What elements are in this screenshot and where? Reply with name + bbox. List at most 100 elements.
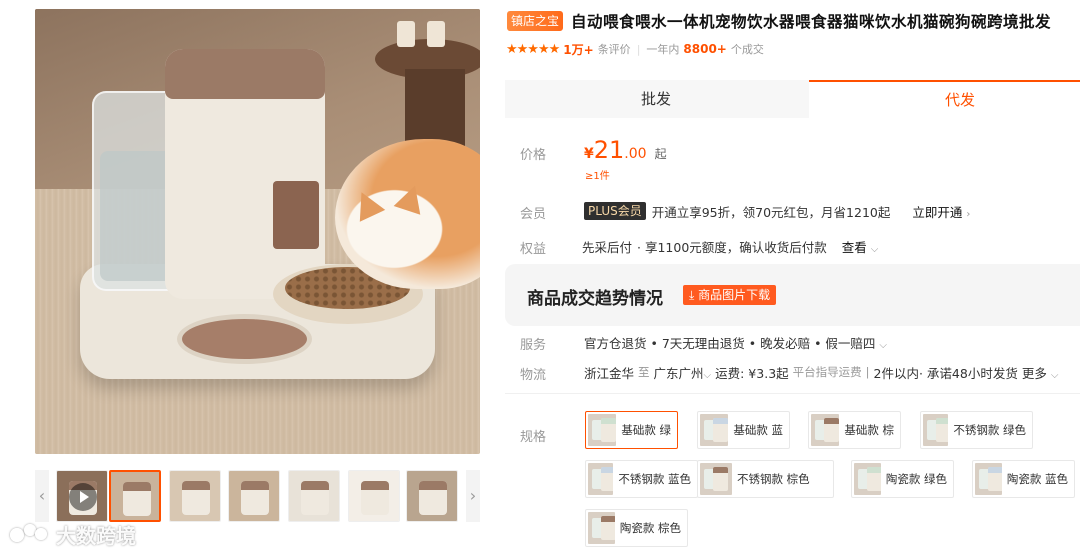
thumbnail-strip	[35, 470, 480, 522]
rights-label: 权益	[520, 242, 547, 257]
chevron-down-icon: ⌵	[703, 369, 712, 381]
spec-option-label: 基础款 棕	[844, 423, 894, 437]
spec-option-label: 基础款 绿	[621, 423, 671, 437]
title-row: 镇店之宝 自动喂食喂水一体机宠物饮水器喂食器猫咪饮水机猫碗狗碗跨境批发	[507, 8, 1080, 34]
play-icon	[69, 483, 97, 511]
purchase-mode-tabs: 批发 代发	[505, 80, 1080, 118]
rating-row: ★★★★★ 1万+ 条评价 | 一年内 8800+ 个成交	[506, 40, 764, 58]
watermark-text: 大数跨境	[56, 523, 136, 548]
thumbnail-video[interactable]	[56, 470, 108, 522]
sold-suffix: 个成交	[730, 43, 764, 56]
chevron-down-icon: ⌵	[870, 243, 879, 255]
tab-dropship[interactable]: 代发	[809, 80, 1080, 118]
sold-prefix: 一年内	[646, 43, 680, 56]
spec-option-label: 不锈钢款 棕色	[737, 472, 810, 486]
ship-more-link[interactable]: 更多 ⌵	[1022, 363, 1059, 382]
feeder-water-bowl	[177, 314, 312, 364]
service-row[interactable]: 官方仓退货 • 7天无理由退货 • 晚发必赔 • 假一赔四 ⌵	[584, 333, 887, 351]
rights-name: 先采后付	[582, 239, 633, 255]
rights-row: 先采后付 · 享1100元额度，确认收货后付款 查看 ⌵	[582, 237, 878, 255]
thumbnail-image[interactable]	[406, 470, 458, 522]
spec-option-thumbnail	[588, 463, 614, 495]
main-product-image[interactable]	[35, 9, 480, 454]
spec-option-thumbnail	[588, 414, 617, 446]
plus-member-badge: PLUS会员	[584, 202, 646, 220]
spec-option-label: 不锈钢款 绿色	[953, 423, 1026, 437]
service-label: 服务	[520, 338, 547, 353]
ship-from: 浙江金华	[584, 365, 635, 381]
reviews-label: 条评价	[597, 43, 631, 56]
spec-option-thumbnail	[811, 414, 840, 446]
image-candle	[427, 21, 445, 47]
watermark-logo-icon	[8, 522, 52, 546]
rights-view-link[interactable]: 查看 ⌵	[842, 237, 879, 256]
chevron-down-icon: ⌵	[879, 340, 887, 351]
ship-divider: |	[865, 365, 870, 379]
spec-option-label: 陶瓷款 蓝色	[1006, 472, 1068, 486]
price-decimal: .00	[624, 146, 647, 162]
spec-option-thumbnail	[854, 463, 881, 495]
spec-option[interactable]: 不锈钢款 蓝色	[585, 460, 698, 498]
price-currency: ¥	[584, 146, 594, 162]
thumbnail-image[interactable]	[228, 470, 280, 522]
spec-option-thumbnail	[975, 463, 1002, 495]
ship-time: 2件以内· 承诺48小时发货	[873, 365, 1018, 381]
thumbnail-image[interactable]	[109, 470, 161, 522]
price-value: ¥ 21 .00 起	[584, 136, 667, 164]
feeder-window	[273, 181, 319, 249]
service-text: 官方仓退货 • 7天无理由退货 • 晚发必赔 • 假一赔四	[584, 336, 876, 351]
thumbnail-image[interactable]	[288, 470, 340, 522]
thumbnail-image[interactable]	[348, 470, 400, 522]
spec-option[interactable]: 不锈钢款 绿色	[920, 411, 1033, 449]
spec-option-thumbnail	[588, 512, 615, 544]
spec-option-label: 基础款 蓝	[733, 423, 783, 437]
spec-option[interactable]: 陶瓷款 蓝色	[972, 460, 1075, 498]
trend-title: 商品成交趋势情况	[527, 289, 663, 309]
spec-option[interactable]: 基础款 绿	[585, 411, 678, 449]
image-candle	[397, 21, 415, 47]
shipping-label: 物流	[520, 368, 547, 383]
price-label: 价格	[520, 148, 547, 163]
shipping-row: 浙江金华 至 广东广州⌵ 运费: ¥3.3起 平台指导运费 | 2件以内· 承诺…	[584, 363, 1058, 381]
ship-to-word: 至	[638, 365, 650, 379]
spec-option-label: 陶瓷款 绿色	[885, 472, 947, 486]
spec-option-label: 不锈钢款 蓝色	[618, 472, 691, 486]
tab-wholesale[interactable]: 批发	[505, 80, 807, 118]
spec-option-thumbnail	[700, 414, 729, 446]
download-icon: ⤓	[689, 288, 695, 302]
section-divider	[505, 393, 1080, 394]
spec-option-label: 陶瓷款 棕色	[619, 521, 681, 535]
ship-to-selector[interactable]: 广东广州⌵	[654, 363, 712, 382]
download-button-label: 商品图片下载	[698, 288, 771, 302]
min-order-quantity: ≥1件	[585, 171, 610, 182]
download-images-button[interactable]: ⤓ 商品图片下载	[683, 285, 777, 305]
spec-option[interactable]: 陶瓷款 棕色	[585, 509, 688, 547]
spec-option-thumbnail	[700, 463, 732, 495]
spec-option[interactable]: 陶瓷款 绿色	[851, 460, 954, 498]
rating-stars-icon: ★★★★★	[506, 41, 560, 57]
spec-option[interactable]: 基础款 棕	[808, 411, 901, 449]
rights-text: · 享1100元额度，确认收货后付款	[637, 239, 827, 255]
ship-fee-note: 平台指导运费	[792, 365, 862, 379]
open-membership-link[interactable]: 立即开通 ›	[912, 202, 970, 221]
thumbnail-image[interactable]	[169, 470, 221, 522]
member-row: PLUS会员 开通立享95折，领70元红包，月省1210起 立即开通 ›	[584, 202, 970, 220]
member-offer-text: 开通立享95折，领70元红包，月省1210起	[651, 204, 891, 220]
sold-count: 8800+	[683, 42, 727, 56]
member-label: 会员	[520, 207, 547, 222]
watermark: 大数跨境	[8, 519, 136, 549]
ship-fee: 运费: ¥3.3起	[715, 365, 789, 381]
reviews-count[interactable]: 1万+	[563, 41, 593, 58]
spec-option[interactable]: 不锈钢款 棕色	[697, 460, 834, 498]
product-title: 自动喂食喂水一体机宠物饮水器喂食器猫咪饮水机猫碗狗碗跨境批发	[571, 12, 1052, 31]
price-unit: 起	[654, 147, 667, 161]
chevron-down-icon: ⌵	[1050, 369, 1059, 381]
spec-option[interactable]: 基础款 蓝	[697, 411, 790, 449]
feeder-lid	[165, 49, 325, 99]
spec-label: 规格	[520, 430, 547, 445]
store-badge: 镇店之宝	[507, 11, 564, 31]
rating-separator: |	[636, 42, 641, 56]
price-integer: 21	[593, 136, 625, 164]
chevron-right-icon: ›	[966, 208, 971, 220]
trend-panel: 商品成交趋势情况 ⤓ 商品图片下载	[505, 264, 1080, 326]
